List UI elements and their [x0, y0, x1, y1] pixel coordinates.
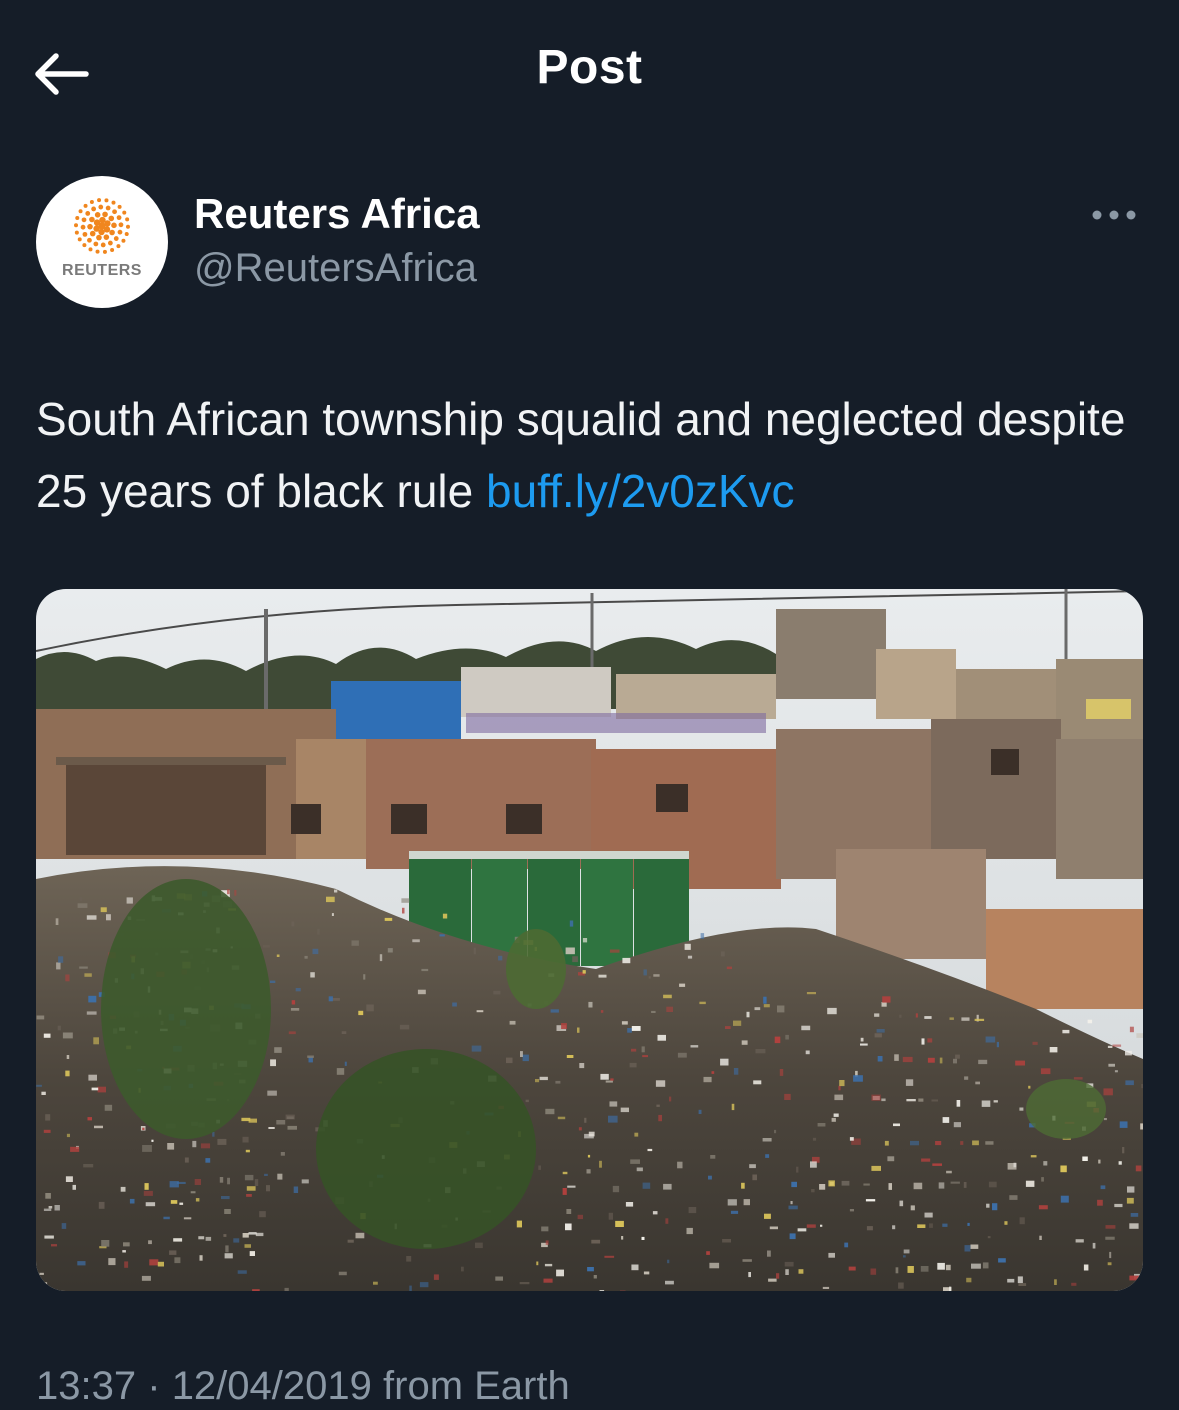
avatar[interactable]: REUTERS [36, 176, 168, 308]
more-horizontal-icon [1092, 210, 1136, 220]
author-row: REUTERS Reuters Africa @ReutersAfrica [36, 176, 1146, 310]
tweet-link[interactable]: buff.ly/2v0zKvc [486, 465, 795, 517]
tweet-source: from Earth [383, 1364, 570, 1408]
tweet-photo[interactable] [36, 589, 1143, 1291]
top-bar: Post [0, 0, 1179, 148]
tweet-meta: 13:37 · 12/04/2019 from Earth [36, 1364, 570, 1409]
meta-separator: · [147, 1364, 161, 1408]
reuters-logo-icon [74, 198, 130, 254]
tweet-time[interactable]: 13:37 [36, 1364, 136, 1408]
more-options-button[interactable] [1088, 202, 1140, 228]
tweet-date[interactable]: 12/04/2019 [172, 1364, 372, 1408]
page-title: Post [536, 41, 643, 94]
avatar-logo-text: REUTERS [62, 262, 142, 279]
post-screen: Post REUTERS Reuters Africa @ReutersAfri… [0, 0, 1179, 1410]
tweet-text: South African township squalid and negle… [36, 383, 1146, 527]
township-photo [36, 589, 1143, 1291]
display-name[interactable]: Reuters Africa [194, 190, 480, 238]
user-handle[interactable]: @ReutersAfrica [194, 246, 477, 291]
